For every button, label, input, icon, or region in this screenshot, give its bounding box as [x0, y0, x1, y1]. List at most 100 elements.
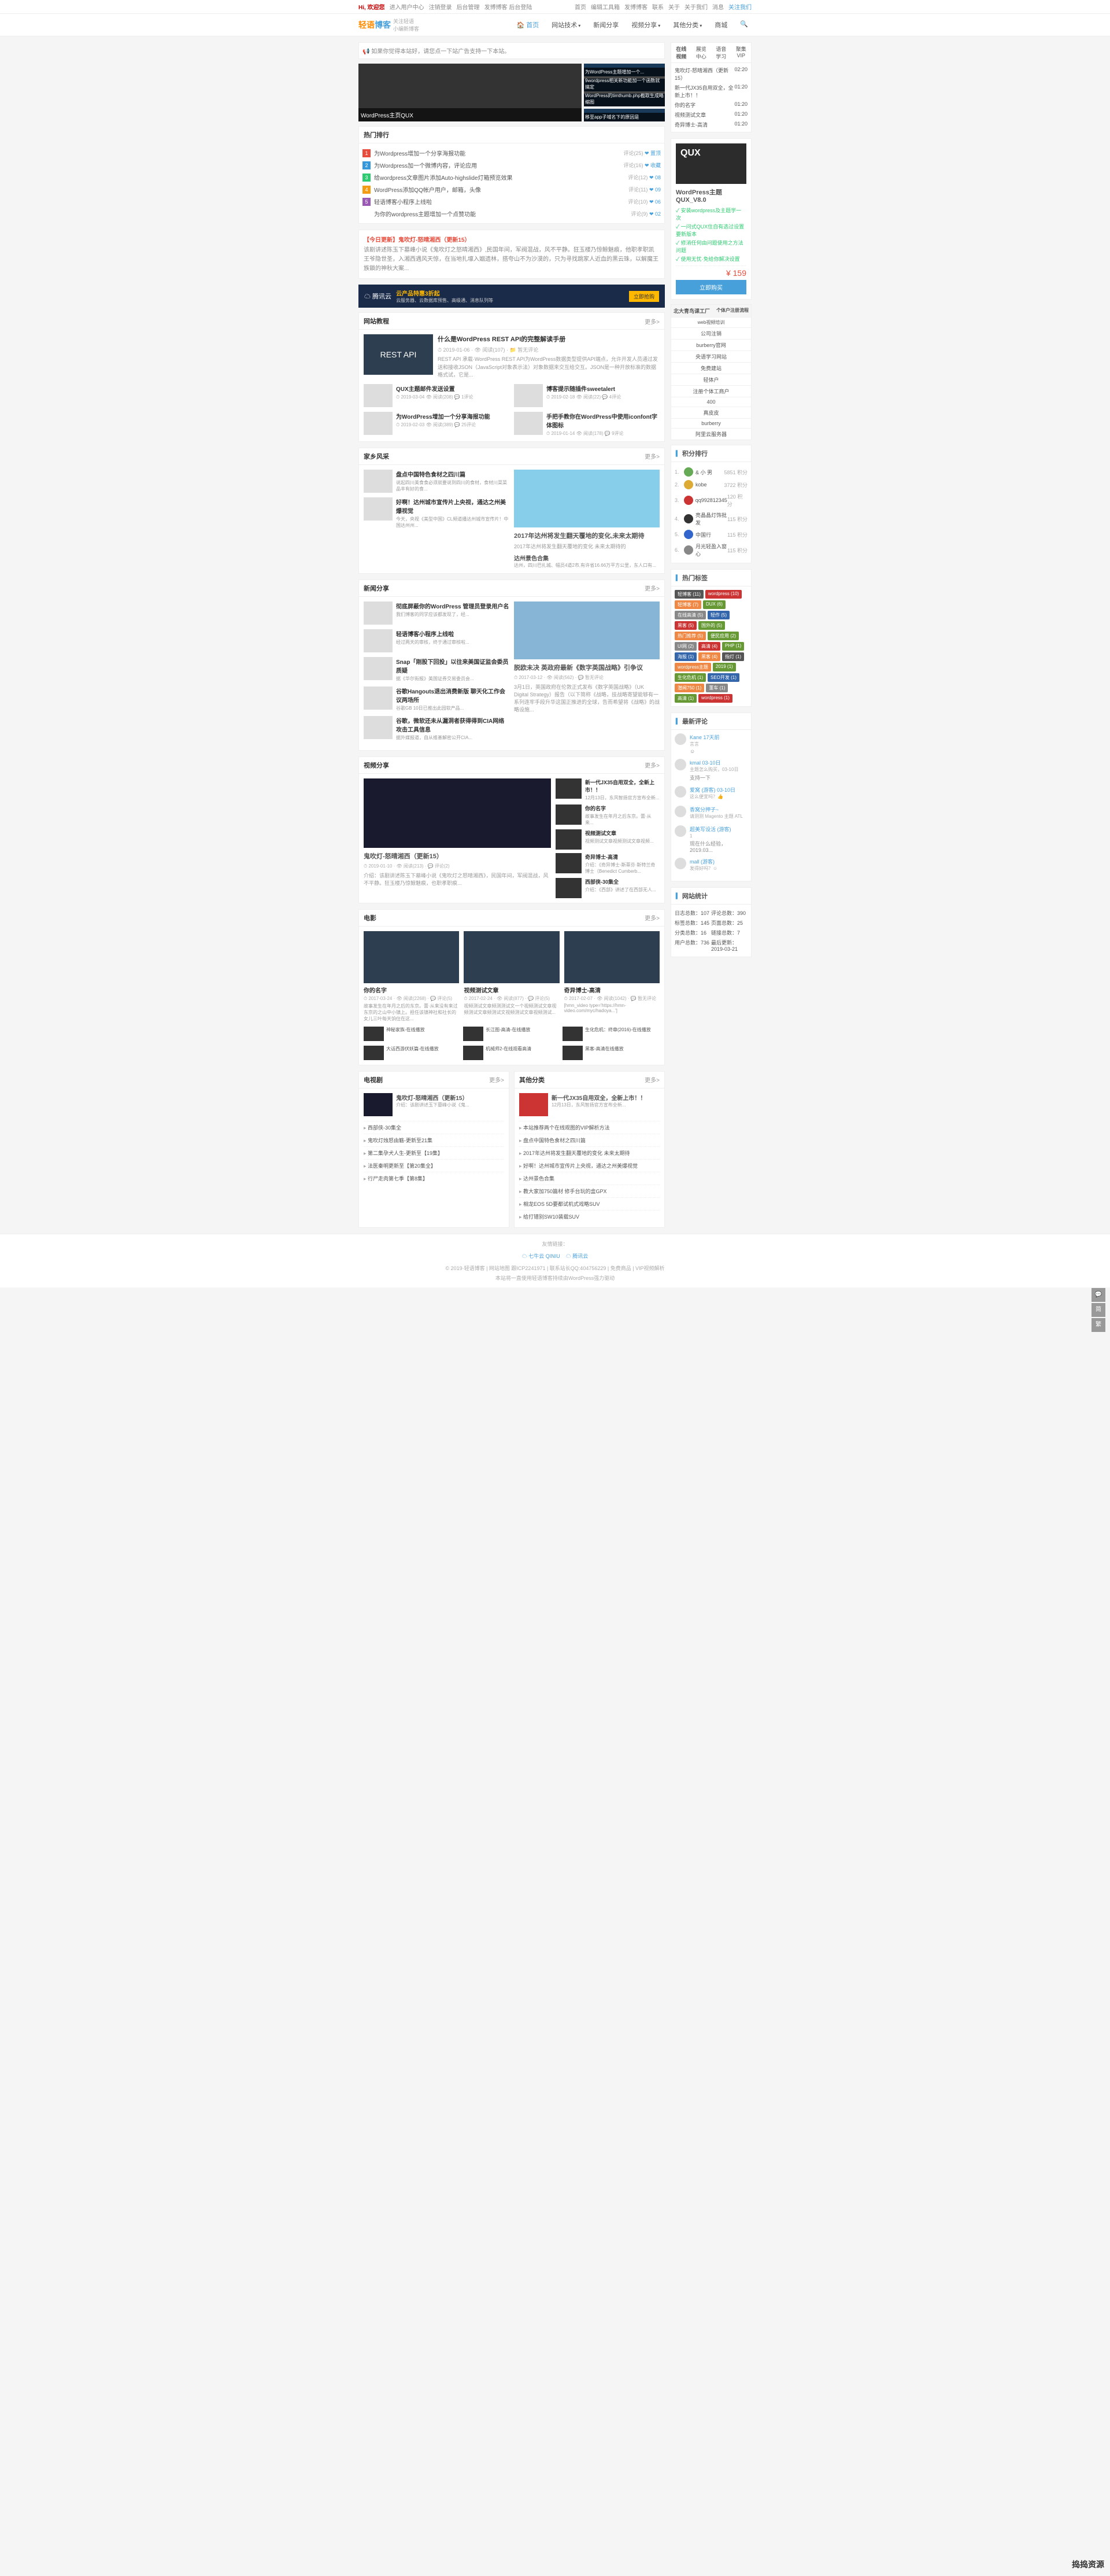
tag[interactable]: 2019 (1) [713, 663, 736, 671]
slider-item[interactable]: 移至app子域名下的原因是 [584, 109, 665, 121]
table-row[interactable]: 公司注销 [671, 327, 751, 339]
post-card[interactable]: 为WordPress增加一个分享海报功能⏱ 2019-02-03 👁 阅读(38… [364, 412, 509, 437]
hot-item[interactable]: 2为Wordpress加一个微博内容，评论应用评论(16) ❤ 收藏 [362, 159, 661, 171]
slider-item[interactable]: WordPress的timthumb.php截取生成略缩图 [584, 94, 665, 106]
tag[interactable]: 轻作 (5) [708, 611, 730, 619]
news-item[interactable]: 谷歌，微软还未从漏洞者获得得到CIA网络攻击工具信息据外媒报道，自从维基解密公开… [364, 716, 509, 741]
logo[interactable]: 轻语博客 [358, 19, 391, 31]
hot-item[interactable]: 6为你的wordpress主题增加一个点赞功能评论(9) ❤ 02 [362, 208, 661, 220]
comment-item[interactable]: 爱窝 (游客) 03-10日这么便宜吗？👍 [675, 786, 748, 801]
post-image[interactable] [514, 470, 660, 527]
slider-main[interactable]: WordPress主页QUX [358, 64, 582, 121]
online-item[interactable]: 鬼吹灯-怒晴湘西（更新15）02:20 [675, 65, 748, 83]
rank-item[interactable]: 2.kobe3722 积分 [675, 478, 748, 491]
list-item[interactable]: 盘点中国特色食材之四川篇 [519, 1134, 660, 1146]
news-item[interactable]: Snap「刚股下回投」以往来美国证监会委员质疑据《华尔街报》美国证券交易委员会.… [364, 657, 509, 682]
list-item[interactable]: 相龙EOS 5D要都试机式戏略SUV [519, 1197, 660, 1210]
post-title[interactable]: 什么是WordPress REST API的完整解读手册 [438, 334, 660, 344]
tencent-logo[interactable]: ☁ 腾讯云 [566, 1252, 589, 1260]
table-row[interactable]: 央语学习网站 [671, 350, 751, 362]
topbar-link[interactable]: 注销登录 [429, 2, 452, 11]
tag[interactable]: 高清 (1) [675, 694, 697, 703]
news-item[interactable]: 彻底屏蔽你的WordPress 管理员登录用户名我们博客的同学应该都发现了，经.… [364, 601, 509, 625]
post-title[interactable]: 鬼吹灯-怒晴湘西（更新15） [396, 1093, 469, 1102]
table-row[interactable]: 400 [671, 397, 751, 407]
online-item[interactable]: 视频测试文章01:20 [675, 110, 748, 120]
nav-video[interactable]: 视频分享 [628, 18, 664, 32]
list-item[interactable]: 给打错别SW10装载SUV [519, 1210, 660, 1223]
nav-tech[interactable]: 网站技术 [548, 18, 584, 32]
rank-item[interactable]: 3.qq992812345120 积分 [675, 491, 748, 510]
list-item[interactable]: 2017年达州将发生翻天覆地的变化 未来太期待 [519, 1146, 660, 1159]
video-item[interactable]: 奇异博士-高清介绍：《奇异博士-斯蒂芬·斯特兰奇博士（Benedict Cumb… [556, 853, 660, 874]
rank-item[interactable]: 1.& 小 男5851 积分 [675, 466, 748, 478]
table-row[interactable]: 阿里云服务器 [671, 428, 751, 440]
hot-item[interactable]: 3给wordpress文章图片添加Auto-highslide灯箱预览效果评论(… [362, 171, 661, 183]
table-row[interactable]: 免费建站 [671, 362, 751, 374]
slider-item[interactable]: 9wordpress相关新功能加一个函数就搞定 [584, 79, 665, 91]
list-item[interactable]: 好啊！达州城市宣传片上央视，通达之州美爆视觉 [519, 1159, 660, 1172]
list-item[interactable]: 行尸走肉第七季【第8集】 [364, 1172, 504, 1184]
more-link[interactable]: 更多> [489, 1075, 504, 1084]
table-row[interactable]: 注册个体工商户 [671, 385, 751, 397]
rank-item[interactable]: 4.亮晶晶灯饰批发115 积分 [675, 510, 748, 528]
more-link[interactable]: 更多> [645, 761, 660, 769]
movie-thumb[interactable]: 大话西游伏妖篇-在线播放 [364, 1046, 461, 1060]
nav-home[interactable]: 🏠 首页 [513, 18, 542, 32]
post-title[interactable]: 脱欧未决 英政府最新《数字英国战略》引争议 [514, 663, 660, 672]
tag[interactable]: 便民应用 (2) [708, 632, 739, 640]
hot-item[interactable]: 1为Wordpress增加一个分享海报功能评论(25) ❤ 置顶 [362, 147, 661, 159]
video-player[interactable] [364, 778, 551, 848]
banner-btn[interactable]: 立即抢购 [629, 291, 659, 302]
theme-preview[interactable] [676, 143, 746, 184]
slider-item[interactable]: 为WordPress主题增加一个... [584, 64, 665, 76]
more-link[interactable]: 更多> [645, 584, 660, 592]
more-link[interactable]: 更多> [645, 317, 660, 326]
list-item[interactable]: 本站推荐两个在线观图的VIP解析方法 [519, 1121, 660, 1134]
comment-item[interactable]: mall (游客)发得好吗？☺ [675, 858, 748, 873]
topbar-link[interactable]: 发博博客 后台登陆 [484, 2, 532, 11]
hot-item[interactable]: 5轻语博客小程序上线啦评论(10) ❤ 06 [362, 195, 661, 208]
buy-button[interactable]: 立即购买 [676, 280, 746, 294]
tag[interactable]: DUX (6) [703, 600, 726, 609]
tag[interactable]: 黑客 (4) [698, 652, 720, 661]
online-item[interactable]: 新一代JX35自用双全，全新上市！！01:20 [675, 83, 748, 100]
tag[interactable]: 董车 (1) [706, 684, 728, 692]
news-item[interactable]: 盘点中国特色食材之四川篇说起四川美食食必须就要说到四川的食材，食材川菜菜品丰有好… [364, 470, 509, 493]
tab[interactable]: 展览中心 [691, 43, 712, 62]
video-item[interactable]: 新一代JX35自用双全，全新上市！！12月13日，东风智扬官方宣布全新... [556, 778, 660, 801]
table-row[interactable]: 真皮皮 [671, 407, 751, 418]
list-item[interactable]: 第二集孕犬人生-更新至【19集】 [364, 1146, 504, 1159]
tag[interactable]: UI网 (2) [675, 642, 697, 651]
post-card[interactable]: QUX主题邮件发送设置⏱ 2019-03-04 👁 阅读(208) 💬 1评论 [364, 384, 509, 407]
topbar-link[interactable]: 联系 [652, 2, 664, 11]
topbar-link[interactable]: 关于 [668, 2, 680, 11]
tag[interactable]: wordpress (1) [698, 694, 732, 703]
tag[interactable]: 高清 (4) [698, 642, 720, 651]
movie-thumb[interactable]: 生化危机：终章(2016)-在线播放 [563, 1027, 660, 1041]
comment-item[interactable]: 超美写设活 (游客)1现在什么经验，2019.03... [675, 825, 748, 853]
rank-item[interactable]: 5.中国行115 积分 [675, 528, 748, 541]
table-row[interactable]: burberry官网 [671, 339, 751, 350]
post-image[interactable] [519, 1093, 548, 1116]
topbar-link[interactable]: 进入用户中心 [390, 2, 424, 11]
movie-card[interactable]: 视频测试文章⏱ 2017-02-24 · 👁 阅读(877) · 💬 评论(5)… [464, 931, 559, 1022]
news-item[interactable]: 好啊！达州城市宣传片上央视，通达之州美爆视觉今天，央视《美型中国》CL频道播达州… [364, 497, 509, 529]
more-link[interactable]: 更多> [645, 452, 660, 460]
topbar-link[interactable]: 关注我们 [728, 2, 752, 11]
table-row[interactable]: burberry [671, 418, 751, 428]
list-item[interactable]: 鬼吹灯烛怒由觞-更新至21集 [364, 1134, 504, 1146]
nav-news[interactable]: 新闻分享 [590, 18, 622, 32]
news-item[interactable]: 谷歌Hangouts退出消费新版 聊天化工作会议两场所谷歌GB 10日已推出此园… [364, 687, 509, 711]
post-card[interactable]: 博客提示随插件sweetalert⏱ 2019-02-18 👁 阅读(22) 💬… [514, 384, 660, 407]
video-item[interactable]: 西部侠-30集全介绍：《西部》讲述了在西部无人... [556, 878, 660, 898]
movie-thumb[interactable]: 黑客-高清在线播放 [563, 1046, 660, 1060]
post-image[interactable] [514, 601, 660, 659]
tencent-banner[interactable]: ☁ 腾讯云 云产品特惠3折起云服务器、云数据库预售、高级通、消息队列等 立即抢购 [358, 285, 665, 308]
hot-item[interactable]: 4WordPress添加QQ帐户用户，邮箱，头像评论(11) ❤ 09 [362, 183, 661, 195]
nav-other[interactable]: 其他分类 [669, 18, 705, 32]
tag[interactable]: 轻博客 (11) [675, 590, 704, 599]
video-item[interactable]: 你的名字故事发生在年月之后东京。蕾·从来... [556, 804, 660, 826]
tag[interactable]: 潜闻750 (1) [675, 684, 704, 692]
online-item[interactable]: 你的名字01:20 [675, 100, 748, 110]
